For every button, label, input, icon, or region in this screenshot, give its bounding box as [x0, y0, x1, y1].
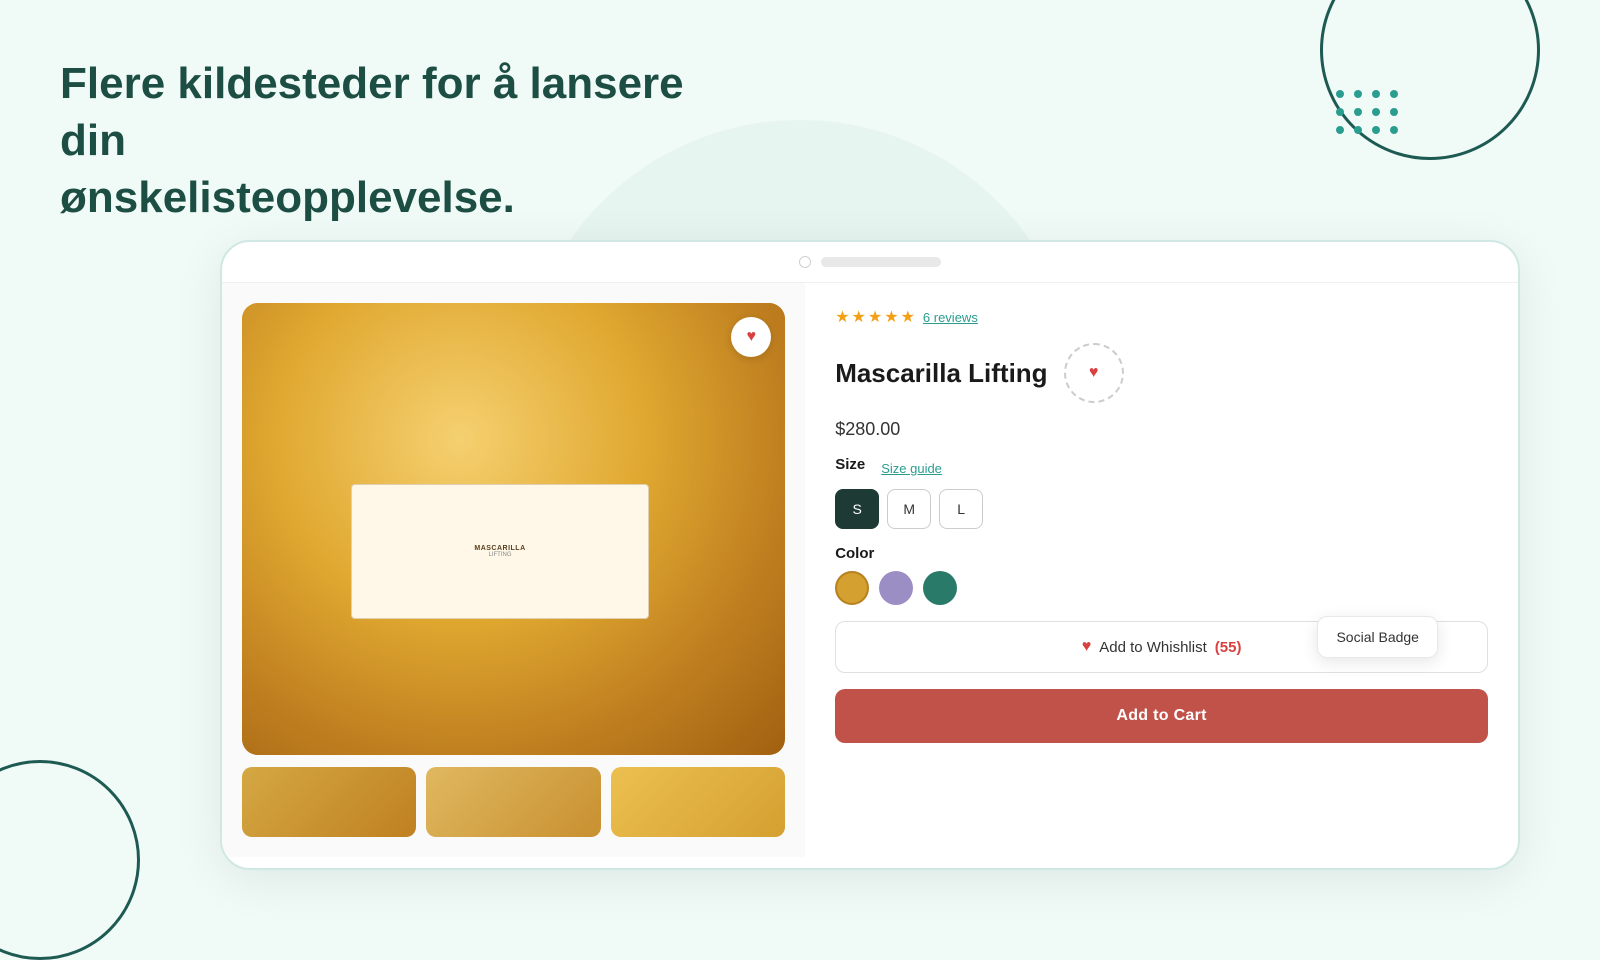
reviews-row: ★ ★ ★ ★ ★ 6 reviews: [835, 307, 1488, 327]
color-label: Color: [835, 545, 874, 562]
size-buttons: S M L: [835, 489, 1488, 529]
color-dot-purple[interactable]: [879, 571, 913, 605]
thumbnail-2[interactable]: [426, 767, 600, 837]
wishlist-button-label: Add to Whishlist: [1099, 639, 1207, 656]
heart-icon-image: ♥: [746, 328, 756, 346]
size-row: Size Size guide: [835, 456, 1488, 481]
star-rating: ★ ★ ★ ★ ★: [835, 307, 915, 327]
tablet-top-bar: [222, 242, 1518, 283]
size-btn-s[interactable]: S: [835, 489, 879, 529]
color-dot-teal[interactable]: [923, 571, 957, 605]
star-4: ★: [884, 307, 898, 327]
thumbnail-row: [242, 767, 785, 837]
heart-icon-wishlist: ♥: [1082, 638, 1092, 656]
background-circle-top-right: [1320, 0, 1540, 160]
size-btn-m[interactable]: M: [887, 489, 931, 529]
product-price: $280.00: [835, 419, 1488, 440]
size-label: Size: [835, 456, 865, 473]
tablet-bar-pill: [821, 257, 941, 267]
heart-icon-title: ♥: [1089, 364, 1099, 382]
star-1: ★: [835, 307, 849, 327]
product-images-panel: MASCARILLA LIFTING ♥: [222, 283, 805, 857]
star-2: ★: [852, 307, 866, 327]
tablet-camera: [799, 256, 811, 268]
product-title: Mascarilla Lifting: [835, 358, 1047, 389]
add-to-cart-button[interactable]: Add to Cart: [835, 689, 1488, 743]
size-btn-l[interactable]: L: [939, 489, 983, 529]
main-product-image: MASCARILLA LIFTING ♥: [242, 303, 785, 755]
wishlist-circle-button[interactable]: ♥: [1064, 343, 1124, 403]
wishlist-count: (55): [1215, 639, 1242, 656]
thumbnail-3[interactable]: [611, 767, 785, 837]
background-circle-bottom-left: [0, 760, 140, 960]
title-row: Mascarilla Lifting ♥: [835, 343, 1488, 403]
tablet-frame: MASCARILLA LIFTING ♥ ★ ★ ★: [220, 240, 1520, 870]
color-dot-gold[interactable]: [835, 571, 869, 605]
social-badge-label: Social Badge: [1336, 629, 1419, 645]
reviews-link[interactable]: 6 reviews: [923, 310, 978, 325]
thumbnail-1[interactable]: [242, 767, 416, 837]
size-section: Size Size guide S M L: [835, 456, 1488, 529]
product-details-panel: ★ ★ ★ ★ ★ 6 reviews Mascarilla Lifting ♥…: [805, 283, 1518, 857]
color-dots: [835, 571, 1488, 605]
jar-label: MASCARILLA LIFTING: [351, 484, 650, 620]
star-3: ★: [868, 307, 882, 327]
social-badge-popup: Social Badge: [1317, 616, 1438, 658]
star-5: ★: [901, 307, 915, 327]
jar-label-title: MASCARILLA: [474, 545, 525, 552]
dot-grid-decoration: [1336, 90, 1400, 136]
size-guide-link[interactable]: Size guide: [881, 461, 942, 476]
color-section: Color: [835, 545, 1488, 605]
product-page: MASCARILLA LIFTING ♥ ★ ★ ★: [222, 283, 1518, 857]
image-wishlist-button[interactable]: ♥: [731, 317, 771, 357]
page-headline: Flere kildesteder for å lansere din ønsk…: [60, 55, 760, 227]
jar-label-subtitle: LIFTING: [488, 552, 511, 558]
